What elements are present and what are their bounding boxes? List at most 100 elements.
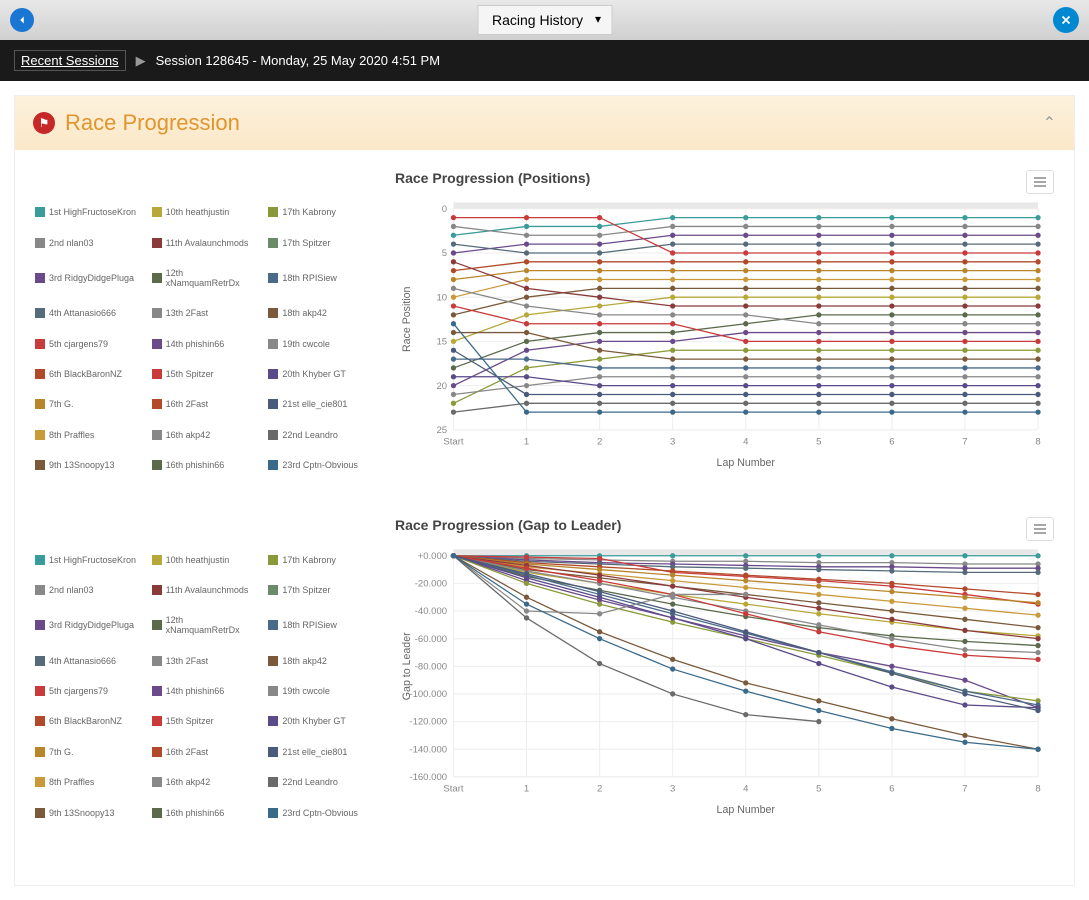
legend-item[interactable]: 15th Spitzer <box>152 362 259 386</box>
chevron-up-icon[interactable]: ⌃ <box>1043 113 1056 133</box>
svg-text:5: 5 <box>442 248 447 259</box>
legend-item[interactable]: 19th cwcole <box>268 679 375 703</box>
legend-item[interactable]: 13th 2Fast <box>152 648 259 672</box>
legend-item[interactable]: 12th xNamquamRetrDx <box>152 608 259 642</box>
top-bar: Racing History <box>0 0 1089 40</box>
legend-item[interactable]: 10th heathjustin <box>152 200 259 224</box>
chart-menu-button[interactable] <box>1026 517 1054 541</box>
close-icon <box>1059 13 1073 27</box>
svg-text:6: 6 <box>889 784 894 795</box>
legend-label: 3rd RidgyDidgePluga <box>49 273 134 283</box>
legend-item[interactable]: 21st elle_cie801 <box>268 392 375 416</box>
legend-label: 16th phishin66 <box>166 808 225 818</box>
legend-label: 12th xNamquamRetrDx <box>166 615 259 635</box>
legend-item[interactable]: 18th akp42 <box>268 648 375 672</box>
legend-item[interactable]: 17th Kabrony <box>268 547 375 571</box>
legend-item[interactable]: 2nd nlan03 <box>35 230 142 254</box>
legend-item[interactable]: 16th phishin66 <box>152 453 259 477</box>
legend-label: 18th akp42 <box>282 308 327 318</box>
legend-swatch <box>268 620 278 630</box>
legend-item[interactable]: 7th G. <box>35 740 142 764</box>
svg-text:15: 15 <box>436 337 447 348</box>
legend-item[interactable]: 9th 13Snoopy13 <box>35 800 142 824</box>
legend-item[interactable]: 8th Praffles <box>35 423 142 447</box>
legend-item[interactable]: 4th Attanasio666 <box>35 301 142 325</box>
breadcrumb-root[interactable]: Recent Sessions <box>14 50 126 71</box>
legend-item[interactable]: 18th RPISiew <box>268 261 375 295</box>
legend-item[interactable]: 19th cwcole <box>268 331 375 355</box>
legend-swatch <box>35 460 45 470</box>
legend-item[interactable]: 20th Khyber GT <box>268 362 375 386</box>
legend-item[interactable]: 6th BlackBaronNZ <box>35 362 142 386</box>
legend-item[interactable]: 1st HighFructoseKron <box>35 547 142 571</box>
legend-item[interactable]: 16th 2Fast <box>152 392 259 416</box>
legend-label: 3rd RidgyDidgePluga <box>49 620 134 630</box>
legend-item[interactable]: 21st elle_cie801 <box>268 740 375 764</box>
page-dropdown[interactable]: Racing History <box>477 5 612 35</box>
legend-item[interactable]: 14th phishin66 <box>152 679 259 703</box>
legend-item[interactable]: 14th phishin66 <box>152 331 259 355</box>
legend-item[interactable]: 18th akp42 <box>268 301 375 325</box>
legend-item[interactable]: 18th RPISiew <box>268 608 375 642</box>
legend-item[interactable]: 23rd Cptn-Obvious <box>268 800 375 824</box>
legend-item[interactable]: 1st HighFructoseKron <box>35 200 142 224</box>
legend-item[interactable]: 2nd nlan03 <box>35 578 142 602</box>
svg-text:25: 25 <box>436 425 447 436</box>
legend-label: 10th heathjustin <box>166 555 230 565</box>
legend-swatch <box>35 238 45 248</box>
legend-item[interactable]: 3rd RidgyDidgePluga <box>35 608 142 642</box>
legend-item[interactable]: 22nd Leandro <box>268 770 375 794</box>
legend-item[interactable]: 17th Spitzer <box>268 578 375 602</box>
legend-label: 23rd Cptn-Obvious <box>282 460 358 470</box>
legend-item[interactable]: 16th akp42 <box>152 423 259 447</box>
legend-item[interactable]: 6th BlackBaronNZ <box>35 709 142 733</box>
legend-label: 2nd nlan03 <box>49 238 94 248</box>
legend-item[interactable]: 17th Spitzer <box>268 230 375 254</box>
legend-item[interactable]: 10th heathjustin <box>152 547 259 571</box>
legend-swatch <box>152 656 162 666</box>
legend-item[interactable]: 4th Attanasio666 <box>35 648 142 672</box>
legend-item[interactable]: 9th 13Snoopy13 <box>35 453 142 477</box>
legend-item[interactable]: 17th Kabrony <box>268 200 375 224</box>
legend-item[interactable]: 3rd RidgyDidgePluga <box>35 261 142 295</box>
legend-item[interactable]: 22nd Leandro <box>268 423 375 447</box>
svg-text:Start: Start <box>443 784 464 795</box>
legend-item[interactable]: 8th Praffles <box>35 770 142 794</box>
legend-swatch <box>152 555 162 565</box>
legend-item[interactable]: 20th Khyber GT <box>268 709 375 733</box>
back-button[interactable] <box>10 8 34 32</box>
legend-item[interactable]: 16th phishin66 <box>152 800 259 824</box>
legend-label: 15th Spitzer <box>166 716 214 726</box>
menu-icon <box>1033 523 1047 535</box>
chart-menu-button[interactable] <box>1026 170 1054 194</box>
legend-item[interactable]: 5th cjargens79 <box>35 331 142 355</box>
chart-gap: Race Progression (Gap to Leader) Start12… <box>395 517 1054 824</box>
legend-swatch <box>268 207 278 217</box>
legend-label: 12th xNamquamRetrDx <box>166 268 259 288</box>
legend-item[interactable]: 16th akp42 <box>152 770 259 794</box>
plot-positions[interactable]: Start123456780510152025Lap NumberRace Po… <box>395 196 1054 472</box>
legend-item[interactable]: 15th Spitzer <box>152 709 259 733</box>
svg-text:2: 2 <box>597 784 602 795</box>
legend-item[interactable]: 7th G. <box>35 392 142 416</box>
legend-item[interactable]: 16th 2Fast <box>152 740 259 764</box>
plot-gap[interactable]: Start12345678+0.000-20.000-40.000-60.000… <box>395 543 1054 819</box>
close-button[interactable] <box>1053 7 1079 33</box>
legend-item[interactable]: 23rd Cptn-Obvious <box>268 453 375 477</box>
section-title: Race Progression <box>65 110 240 136</box>
svg-text:5: 5 <box>816 437 821 448</box>
svg-text:Race Position: Race Position <box>401 286 413 352</box>
legend-item[interactable]: 11th Avalaunchmods <box>152 578 259 602</box>
legend-label: 18th RPISiew <box>282 273 337 283</box>
legend-item[interactable]: 5th cjargens79 <box>35 679 142 703</box>
legend-item[interactable]: 12th xNamquamRetrDx <box>152 261 259 295</box>
legend-swatch <box>268 399 278 409</box>
legend-swatch <box>152 399 162 409</box>
legend-label: 11th Avalaunchmods <box>166 238 249 248</box>
section-header[interactable]: ⚑ Race Progression ⌃ <box>15 96 1074 150</box>
legend-item[interactable]: 11th Avalaunchmods <box>152 230 259 254</box>
progression-icon: ⚑ <box>33 112 55 134</box>
legend-item[interactable]: 13th 2Fast <box>152 301 259 325</box>
legend-label: 1st HighFructoseKron <box>49 555 136 565</box>
svg-text:7: 7 <box>962 437 967 448</box>
